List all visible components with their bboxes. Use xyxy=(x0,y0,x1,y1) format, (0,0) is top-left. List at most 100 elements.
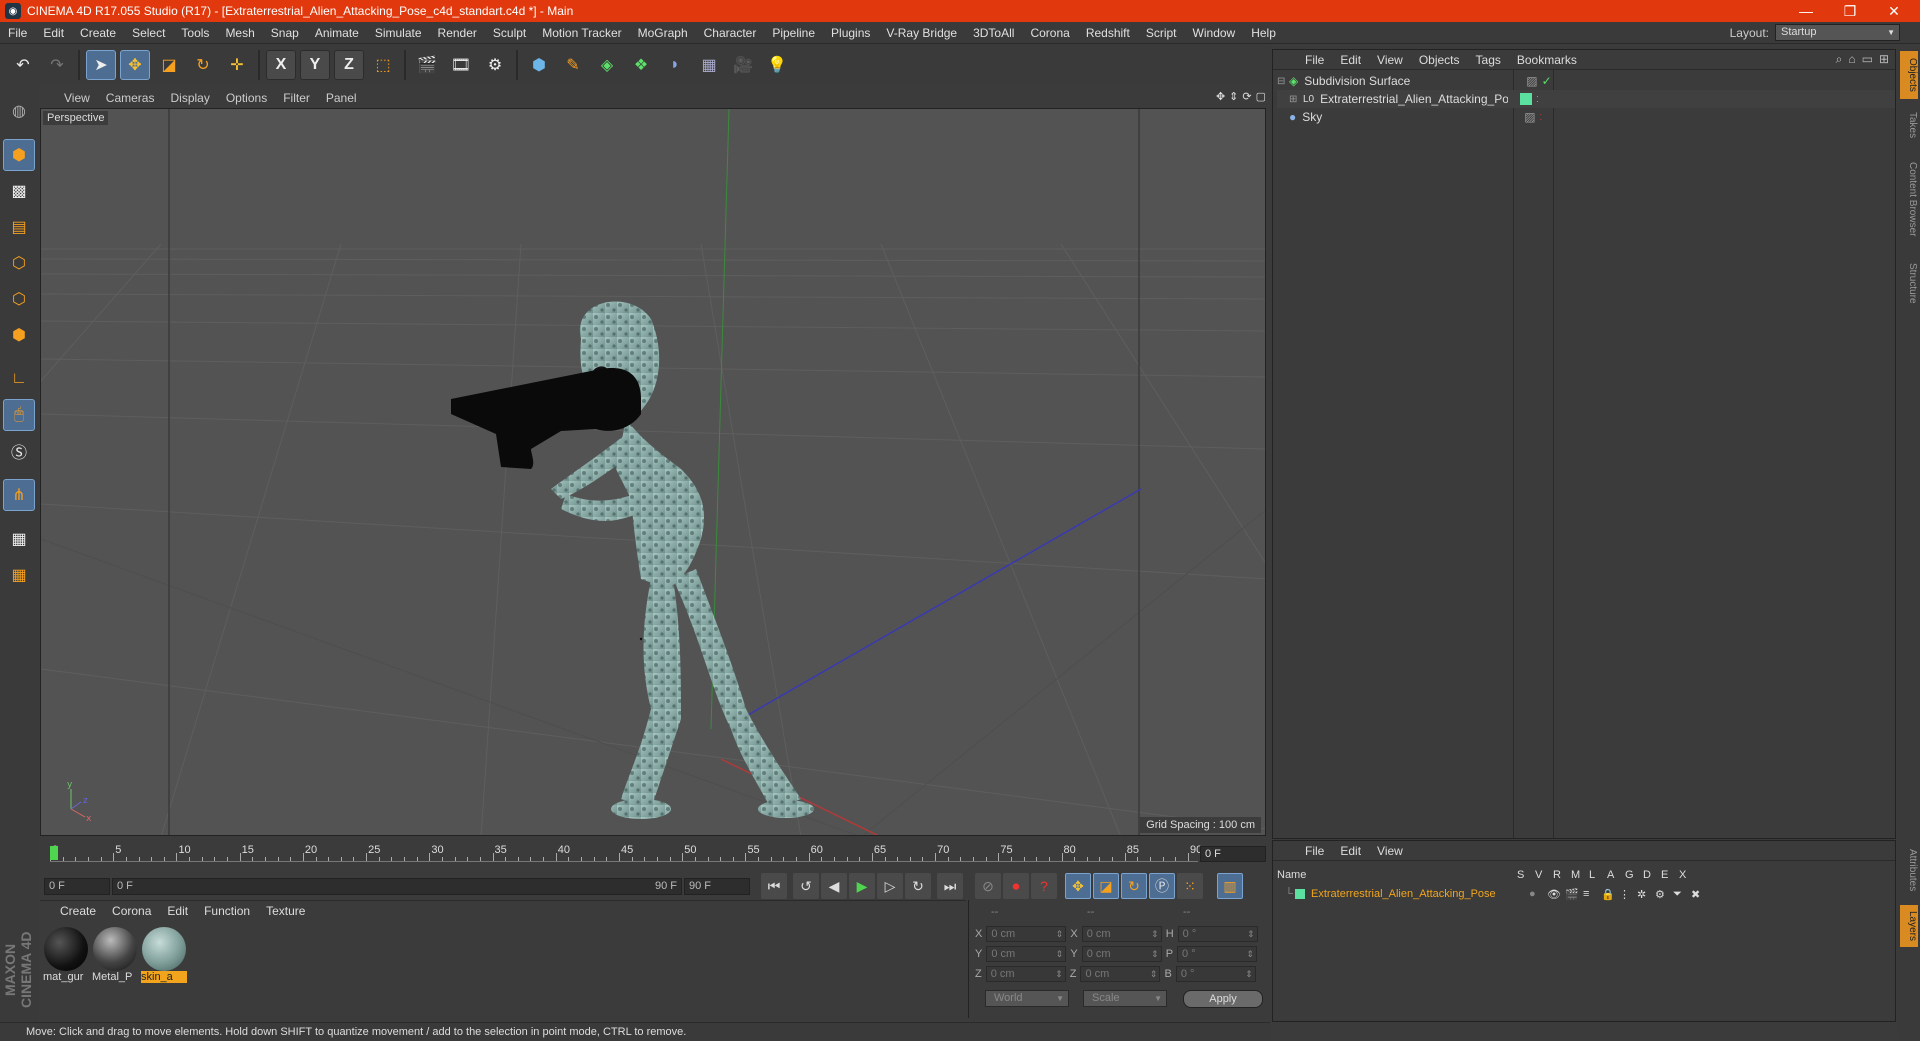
enabled-check-icon[interactable]: ✓ xyxy=(1542,74,1552,88)
objects-menu-tags[interactable]: Tags xyxy=(1468,53,1509,67)
record-keys-icon[interactable]: ⊘ xyxy=(975,873,1001,899)
points-mode-icon[interactable]: ⬡ xyxy=(3,247,35,279)
menu-window[interactable]: Window xyxy=(1185,22,1244,44)
x-axis-lock-button[interactable]: X xyxy=(266,50,296,80)
material-menu-texture[interactable]: Texture xyxy=(258,904,313,918)
array-generator-icon[interactable]: ❖ xyxy=(626,50,656,80)
floor-scene-icon[interactable]: ▦ xyxy=(694,50,724,80)
menu-simulate[interactable]: Simulate xyxy=(367,22,430,44)
y-axis-lock-button[interactable]: Y xyxy=(300,50,330,80)
manager-icon[interactable]: ≡ xyxy=(1583,888,1601,900)
camera-icon[interactable]: 🎥 xyxy=(728,50,758,80)
object-row[interactable]: ⊟ ◈ Subdivision Surface ▨ ✓ xyxy=(1277,72,1895,90)
tweak-mode-icon[interactable]: 🖱 xyxy=(3,399,35,431)
menu-file[interactable]: File xyxy=(0,22,35,44)
autokeying-icon[interactable]: ⏺ xyxy=(1003,873,1029,899)
menu-render[interactable]: Render xyxy=(430,22,485,44)
model-mode-icon[interactable]: ⬢ xyxy=(3,139,35,171)
rotation-h-field[interactable]: 0 ° xyxy=(1177,926,1258,942)
material-menu-corona[interactable]: Corona xyxy=(104,904,159,918)
menu-vray-bridge[interactable]: V-Ray Bridge xyxy=(878,22,965,44)
menu-sculpt[interactable]: Sculpt xyxy=(485,22,534,44)
apply-button[interactable]: Apply xyxy=(1183,990,1263,1008)
animation-icon[interactable]: ⋮ xyxy=(1619,888,1637,901)
perspective-viewport[interactable]: y x z Perspective Grid Spacing : 100 cm xyxy=(40,108,1266,836)
coordinate-system-icon[interactable]: ⬚ xyxy=(368,50,398,80)
menu-plugins[interactable]: Plugins xyxy=(823,22,878,44)
layer-row[interactable]: └ Extraterrestrial_Alien_Attacking_Pose … xyxy=(1277,885,1895,903)
menu-tools[interactable]: Tools xyxy=(173,22,217,44)
move-tool-alt-icon[interactable]: ✛ xyxy=(222,50,252,80)
collapse-icon[interactable]: ⊟ xyxy=(1277,76,1289,87)
material-menu-function[interactable]: Function xyxy=(196,904,258,918)
coordinate-mode-dropdown[interactable]: World xyxy=(985,990,1069,1007)
menu-pipeline[interactable]: Pipeline xyxy=(764,22,823,44)
render-icon[interactable]: 🎬 xyxy=(1565,888,1583,901)
menu-create[interactable]: Create xyxy=(72,22,124,44)
go-to-start-icon[interactable]: ⏮ xyxy=(761,873,787,899)
size-x-field[interactable]: 0 cm xyxy=(1081,926,1162,942)
z-axis-lock-button[interactable]: Z xyxy=(334,50,364,80)
solo-mode-icon[interactable]: Ⓢ xyxy=(3,435,35,467)
lock-icon[interactable]: 🔒 xyxy=(1601,888,1619,901)
viewport-menu-display[interactable]: Display xyxy=(162,91,217,105)
tab-content-browser[interactable]: Content Browser xyxy=(1900,149,1918,249)
undo-icon[interactable]: ↶ xyxy=(8,50,38,80)
minimize-button[interactable]: — xyxy=(1784,0,1828,22)
edit-toggle-icon[interactable]: ▨ xyxy=(1524,110,1535,124)
menu-script[interactable]: Script xyxy=(1138,22,1185,44)
objects-menu-objects[interactable]: Objects xyxy=(1411,53,1468,67)
pen-spline-icon[interactable]: ✎ xyxy=(558,50,588,80)
tab-attributes[interactable]: Attributes xyxy=(1900,839,1918,901)
edit-render-settings-icon[interactable]: ⚙ xyxy=(480,50,510,80)
light-icon[interactable]: 💡 xyxy=(762,50,792,80)
solo-dot-icon[interactable]: ● xyxy=(1529,888,1547,900)
previous-frame-icon[interactable]: ◀ xyxy=(821,873,847,899)
keyframe-selection-icon[interactable]: ? xyxy=(1031,873,1057,899)
size-z-field[interactable]: 0 cm xyxy=(1080,966,1161,982)
close-button[interactable]: ✕ xyxy=(1872,0,1916,22)
orbit-icon[interactable]: ⟳ xyxy=(1242,90,1251,103)
snapping-icon[interactable]: ⋔ xyxy=(3,479,35,511)
next-key-icon[interactable]: ↻ xyxy=(905,873,931,899)
playhead[interactable] xyxy=(50,846,58,860)
expand-panel-icon[interactable]: ⊞ xyxy=(1879,52,1889,67)
expressions-icon[interactable]: ⏷ xyxy=(1673,888,1691,901)
live-selection-icon[interactable]: ➤ xyxy=(86,50,116,80)
search-icon[interactable]: ⌕ xyxy=(1836,52,1843,67)
objects-menu-edit[interactable]: Edit xyxy=(1332,53,1369,67)
viewport-menu-filter[interactable]: Filter xyxy=(275,91,318,105)
object-row[interactable]: ⊞ L0 Extraterrestrial_Alien_Attacking_Po… xyxy=(1277,90,1895,108)
menu-mesh[interactable]: Mesh xyxy=(217,22,262,44)
rotation-p-field[interactable]: 0 ° xyxy=(1177,946,1258,962)
menu-motion-tracker[interactable]: Motion Tracker xyxy=(534,22,629,44)
visibility-dots-icon[interactable]: ⁚ xyxy=(1536,95,1539,104)
previous-key-icon[interactable]: ↺ xyxy=(793,873,819,899)
menu-edit[interactable]: Edit xyxy=(35,22,72,44)
range-slider[interactable]: 0 F 90 F xyxy=(112,877,682,895)
visibility-dots-icon[interactable]: ⁚ xyxy=(1540,113,1543,122)
make-editable-icon[interactable]: ◍ xyxy=(3,95,35,127)
material-swatch[interactable]: mat_gur xyxy=(43,927,89,983)
material-swatch-selected[interactable]: skin_a xyxy=(141,927,187,983)
rotation-b-field[interactable]: 0 ° xyxy=(1175,966,1256,982)
menu-redshift[interactable]: Redshift xyxy=(1078,22,1138,44)
size-y-field[interactable]: 0 cm xyxy=(1081,946,1162,962)
menu-mograph[interactable]: MoGraph xyxy=(630,22,696,44)
position-x-field[interactable]: 0 cm xyxy=(986,926,1067,942)
next-frame-icon[interactable]: ▷ xyxy=(877,873,903,899)
viewport-menu-cameras[interactable]: Cameras xyxy=(98,91,163,105)
current-frame-field[interactable]: 0 F xyxy=(1200,846,1266,862)
render-view-icon[interactable]: 🎬 xyxy=(412,50,442,80)
start-frame-field[interactable]: 0 F xyxy=(44,877,110,895)
material-menu-edit[interactable]: Edit xyxy=(159,904,196,918)
position-y-field[interactable]: 0 cm xyxy=(986,946,1067,962)
texture-mode-icon[interactable]: ▩ xyxy=(3,175,35,207)
viewport-menu-panel[interactable]: Panel xyxy=(318,91,365,105)
workplane-snap-icon[interactable]: ▦ xyxy=(3,559,35,591)
zoom-icon[interactable]: ⇕ xyxy=(1229,90,1238,103)
redo-icon[interactable]: ↷ xyxy=(42,50,72,80)
timeline-ruler[interactable]: 051015202530354045505560657075808590 xyxy=(50,844,1202,862)
move-tool-icon[interactable]: ✥ xyxy=(120,50,150,80)
size-mode-dropdown[interactable]: Scale xyxy=(1083,990,1167,1007)
